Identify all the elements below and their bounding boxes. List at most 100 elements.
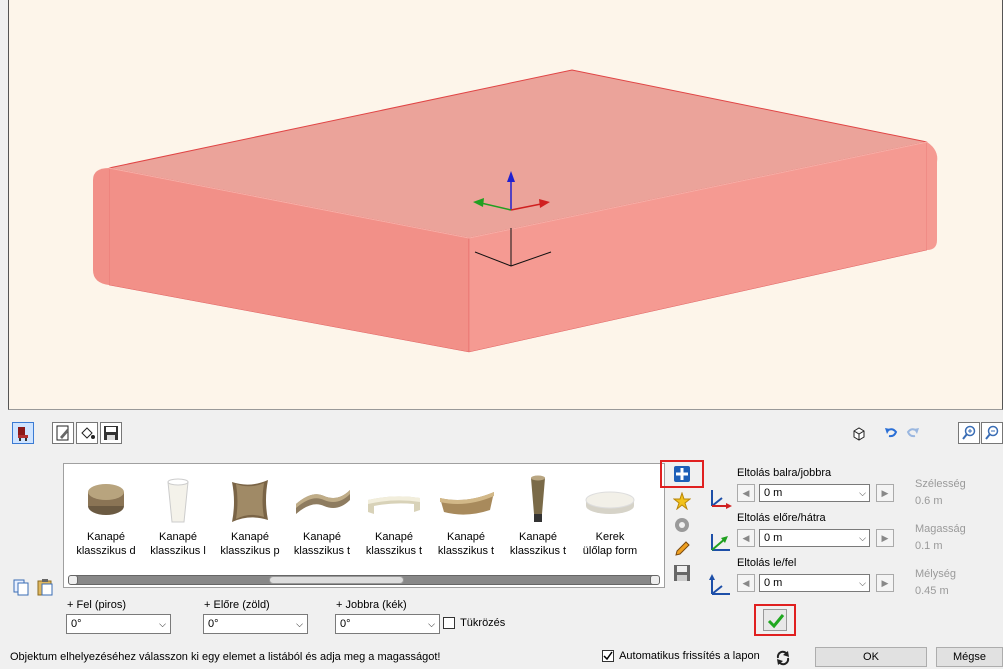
apply-button[interactable]	[754, 604, 796, 636]
axis-y-icon	[711, 534, 730, 551]
mirror-label: Tükrözés	[460, 617, 506, 629]
catalog-item[interactable]: Kanapé klasszikus t	[286, 474, 358, 558]
tall-leg-thumbnail	[531, 475, 545, 522]
catalog-item-line1: Kanapé	[303, 531, 341, 543]
mirror-checkbox-box[interactable]	[443, 617, 455, 630]
offset-z-control: ◀ 0 m ⌵ ▶	[737, 574, 894, 592]
paste-icon[interactable]	[34, 576, 56, 598]
catalog-item-line2: klasszikus d	[76, 545, 136, 557]
main-toolbar	[0, 412, 1003, 454]
save-element-button[interactable]	[670, 562, 694, 584]
ok-button[interactable]: OK	[815, 647, 927, 667]
offset-y-control: ◀ 0 m ⌵ ▶	[737, 529, 894, 547]
basket-thumbnail	[440, 492, 494, 515]
offset-y-increase[interactable]: ▶	[876, 529, 894, 547]
catalog-item[interactable]: Kerek ülőlap form	[574, 474, 646, 558]
element-catalog-list[interactable]: Kanapé klasszikus d Kanapé klasszikus l …	[63, 463, 665, 588]
catalog-item[interactable]: Kanapé klasszikus l	[142, 474, 214, 558]
object-placement-panel: Kanapé klasszikus d Kanapé klasszikus l …	[0, 456, 1003, 646]
catalog-scrollbar[interactable]	[68, 575, 660, 585]
chevron-down-icon: ⌵	[859, 578, 866, 588]
copy-icon[interactable]	[10, 576, 32, 598]
scrollbar-thumb[interactable]	[269, 576, 404, 584]
cushion-round-edge-right	[927, 142, 938, 250]
catalog-item-line1: Kanapé	[375, 531, 413, 543]
chevron-down-icon: ⌵	[296, 619, 303, 629]
viewport-canvas[interactable]	[9, 0, 1003, 410]
offset-x-label: Eltolás balra/jobbra	[737, 467, 832, 479]
undo-icon[interactable]	[880, 422, 902, 444]
rotate-right-label: + Jobbra (kék)	[336, 599, 407, 611]
depth-value: 0.45 m	[915, 585, 949, 597]
catalog-item-line2: klasszikus t	[293, 545, 351, 557]
auto-refresh-checkbox-box[interactable]	[602, 650, 614, 663]
catalog-item[interactable]: Kanapé klasszikus p	[214, 474, 286, 558]
rotate-right-combo[interactable]: 0° ⌵	[335, 614, 440, 634]
save-icon	[674, 565, 690, 581]
offset-y-decrease[interactable]: ◀	[737, 529, 755, 547]
height-label: Magasság	[915, 523, 966, 535]
edit-sheet-icon[interactable]	[52, 422, 74, 444]
offset-y-combo[interactable]: 0 m ⌵	[759, 529, 870, 547]
redo-icon[interactable]	[902, 422, 924, 444]
rotate-forward-combo[interactable]: 0° ⌵	[203, 614, 308, 634]
cancel-button[interactable]: Mégse	[936, 647, 1003, 667]
chevron-down-icon: ⌵	[859, 533, 866, 543]
furniture-icon[interactable]	[12, 422, 34, 444]
zoom-in-icon[interactable]	[958, 422, 980, 444]
catalog-item-line1: Kanapé	[87, 531, 125, 543]
checkmark-icon	[763, 609, 787, 631]
3d-viewport[interactable]	[8, 0, 1003, 410]
offset-y-label: Eltolás előre/hátra	[737, 512, 826, 524]
catalog-item-line2: klasszikus l	[150, 545, 206, 557]
leg-thumbnail	[167, 478, 189, 523]
catalog-item-line1: Kanapé	[231, 531, 269, 543]
rotate-forward-value: 0°	[208, 618, 219, 630]
edit-button[interactable]	[670, 538, 694, 560]
offset-z-combo[interactable]: 0 m ⌵	[759, 574, 870, 592]
catalog-item[interactable]: Kanapé klasszikus t	[430, 474, 502, 558]
save-icon[interactable]	[100, 422, 122, 444]
paint-bucket-icon[interactable]	[76, 422, 98, 444]
auto-refresh-checkbox[interactable]: Automatikus frissítés a lapon	[602, 650, 760, 663]
catalog-item[interactable]: Kanapé klasszikus t	[358, 474, 430, 558]
catalog-item-line2: klasszikus p	[220, 545, 280, 557]
rotate-forward-label: + Előre (zöld)	[204, 599, 270, 611]
scroll-right-end[interactable]	[650, 575, 660, 585]
status-hint: Objektum elhelyezéséhez válasszon ki egy…	[10, 651, 441, 663]
offset-y-value: 0 m	[764, 532, 783, 544]
mirror-checkbox[interactable]: Tükrözés	[443, 617, 506, 630]
catalog-item[interactable]: Kanapé klasszikus t	[502, 474, 574, 558]
axis-z-icon	[709, 574, 730, 595]
refresh-icon[interactable]	[772, 647, 794, 669]
offset-x-combo[interactable]: 0 m ⌵	[759, 484, 870, 502]
disc-thumbnail	[585, 491, 635, 514]
backrest-thumbnail	[296, 490, 350, 514]
favorite-star-icon	[673, 492, 691, 510]
rotate-up-label: + Fel (piros)	[67, 599, 126, 611]
favorite-button[interactable]	[670, 490, 694, 512]
rotate-up-combo[interactable]: 0° ⌵	[66, 614, 171, 634]
status-bar: Objektum elhelyezéséhez válasszon ki egy…	[0, 647, 1003, 668]
offset-z-increase[interactable]: ▶	[876, 574, 894, 592]
cushion-round-edge	[93, 168, 109, 285]
offset-x-value: 0 m	[764, 487, 783, 499]
offset-x-decrease[interactable]: ◀	[737, 484, 755, 502]
catalog-item-line2: klasszikus t	[437, 545, 495, 557]
scroll-left-end[interactable]	[68, 575, 78, 585]
add-button[interactable]	[660, 460, 704, 488]
catalog-item-line1: Kanapé	[447, 531, 485, 543]
catalog-item[interactable]: Kanapé klasszikus d	[70, 474, 142, 558]
catalog-item-line1: Kanapé	[159, 531, 197, 543]
chevron-down-icon: ⌵	[159, 619, 166, 629]
auto-refresh-label: Automatikus frissítés a lapon	[619, 650, 760, 662]
depth-label: Mélység	[915, 568, 956, 580]
offset-x-increase[interactable]: ▶	[876, 484, 894, 502]
zoom-out-icon[interactable]	[981, 422, 1003, 444]
offset-z-decrease[interactable]: ◀	[737, 574, 755, 592]
checkmark-icon	[603, 651, 613, 661]
pillow-thumbnail	[232, 480, 268, 522]
axis-x-icon	[711, 490, 732, 509]
settings-button[interactable]	[670, 514, 694, 536]
cube-view-icon[interactable]	[848, 422, 870, 444]
